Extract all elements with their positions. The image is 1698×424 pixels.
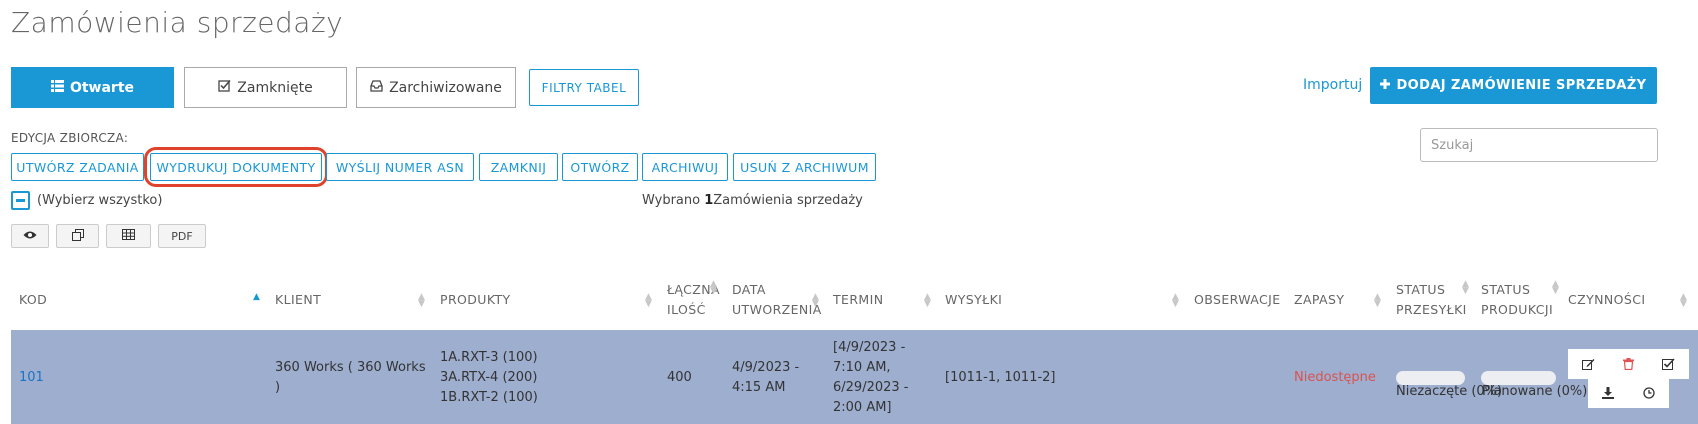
edit-icon[interactable] — [1580, 356, 1596, 372]
shipments-cell: [1011-1, 1011-2] — [945, 370, 1056, 385]
sort-icon[interactable]: ▲ ▼ — [812, 293, 819, 309]
column-header-shipping-status[interactable]: STATUS PRZESYŁKI — [1396, 280, 1467, 320]
send-asn-button[interactable]: WYŚLIJ NUMER ASN — [326, 153, 474, 181]
column-header-deadline[interactable]: TERMIN — [833, 290, 883, 310]
stock-status: Niedostępne — [1294, 370, 1376, 385]
client-cell: 360 Works ( 360 Works) — [275, 358, 426, 398]
copy-button[interactable] — [56, 224, 99, 248]
highlight-ring — [144, 147, 328, 187]
unarchive-button[interactable]: USUŃ Z ARCHIWUM — [733, 153, 876, 181]
sort-icon[interactable]: ▲ ▼ — [1552, 280, 1559, 296]
column-header-shipping-status-line2: PRZESYŁKI — [1396, 302, 1467, 317]
deadline-line: 7:10 AM, — [833, 360, 891, 375]
select-all-label: (Wybierz wszystko) — [37, 193, 163, 208]
import-link[interactable]: Importuj — [1303, 77, 1362, 93]
search-input[interactable] — [1420, 128, 1658, 162]
deadline-line: 6/29/2023 - — [833, 380, 909, 395]
check-square-icon[interactable] — [1661, 356, 1677, 372]
column-header-created-line2: UTWORZENIA — [732, 302, 822, 317]
qty-cell: 400 — [667, 370, 692, 385]
sort-icon[interactable]: ▲ ▼ — [1172, 293, 1179, 309]
column-header-observations[interactable]: OBSERWACJE — [1194, 290, 1281, 310]
column-header-production-status-line1: STATUS — [1481, 282, 1531, 297]
open-orders-button[interactable]: OTWÓRZ — [562, 153, 638, 181]
column-header-code[interactable]: KOD — [19, 290, 47, 310]
product-line: 3A.RTX-4 (200) — [440, 370, 538, 385]
selection-count: 1 — [704, 193, 714, 208]
created-cell: 4/9/2023 - 4:15 AM — [732, 358, 799, 398]
select-all-checkbox[interactable] — [11, 191, 30, 210]
selection-suffix: Zamówienia sprzedaży — [713, 193, 863, 208]
pdf-export-button[interactable]: PDF — [158, 224, 206, 248]
sort-icon[interactable]: ▲ ▼ — [1462, 280, 1469, 296]
order-code-link[interactable]: 101 — [19, 368, 44, 388]
column-header-shipping-status-line1: STATUS — [1396, 282, 1446, 297]
trash-icon[interactable] — [1620, 356, 1636, 372]
created-line: 4:15 AM — [732, 380, 786, 395]
column-header-qty-line2: ILOŚĆ — [667, 302, 706, 317]
column-header-shipments[interactable]: WYSYŁKI — [945, 290, 1002, 310]
table-view-button[interactable] — [106, 224, 151, 248]
add-sales-order-label: DODAJ ZAMÓWIENIE SPRZEDAŻY — [1396, 78, 1647, 93]
products-cell: 1A.RXT-3 (100) 3A.RTX-4 (200) 1B.RXT-2 (10… — [440, 348, 538, 408]
column-header-stock[interactable]: ZAPASY — [1294, 290, 1344, 310]
sort-ascending-icon[interactable]: ▲ — [253, 293, 260, 302]
table-icon — [122, 229, 135, 243]
create-tasks-button[interactable]: UTWÓRZ ZADANIA — [11, 153, 144, 181]
column-header-created-line1: DATA — [732, 282, 766, 297]
minus-icon — [16, 199, 25, 202]
page-title: Zamówienia sprzedaży — [11, 6, 344, 39]
archive-button[interactable]: ARCHIWUJ — [642, 153, 728, 181]
download-icon[interactable] — [1600, 385, 1616, 401]
tab-archived[interactable]: Zarchiwizowane — [356, 67, 516, 108]
selection-info: Wybrano 1Zamówienia sprzedaży — [642, 193, 863, 208]
column-header-created[interactable]: DATA UTWORZENIA — [732, 280, 822, 320]
close-orders-button[interactable]: ZAMKNIJ — [479, 153, 558, 181]
preview-button[interactable] — [11, 224, 49, 248]
row-actions-secondary — [1588, 378, 1669, 408]
sort-icon[interactable]: ▲ ▼ — [924, 293, 931, 309]
sort-icon[interactable]: ▲ ▼ — [710, 280, 717, 296]
copy-icon — [71, 228, 84, 244]
row-actions-primary — [1568, 349, 1689, 379]
column-header-products[interactable]: PRODUKTY — [440, 290, 511, 310]
deadline-line: 2:00 AM] — [833, 400, 892, 415]
deadline-line: [4/9/2023 - — [833, 340, 906, 355]
checkbox-icon — [218, 79, 231, 96]
plus-icon — [1380, 78, 1391, 93]
sort-icon[interactable]: ▲ ▼ — [645, 293, 652, 309]
client-line: ) — [275, 380, 281, 395]
list-icon — [50, 79, 64, 96]
sort-icon[interactable]: ▲ ▼ — [1374, 293, 1381, 309]
client-line: 360 Works ( 360 Works — [275, 360, 426, 375]
production-progress-bar — [1481, 371, 1556, 385]
bulk-edit-label: EDYCJA ZBIORCZA: — [11, 131, 129, 145]
clock-icon[interactable] — [1641, 385, 1657, 401]
sort-icon[interactable]: ▲ ▼ — [418, 293, 425, 309]
deadline-cell: [4/9/2023 - 7:10 AM, 6/29/2023 - 2:00 AM] — [833, 338, 908, 418]
sort-icon[interactable]: ▲ ▼ — [1680, 293, 1687, 309]
selection-prefix: Wybrano — [642, 193, 705, 208]
production-status-text: Planowane (0%) — [1482, 384, 1588, 399]
shipping-progress-bar — [1396, 371, 1465, 385]
tab-archived-label: Zarchiwizowane — [389, 79, 502, 96]
column-header-actions: CZYNNOŚCI — [1568, 292, 1646, 307]
column-header-production-status[interactable]: STATUS PRODUKCJI — [1481, 280, 1553, 320]
tab-open[interactable]: Otwarte — [11, 67, 174, 108]
tab-open-label: Otwarte — [69, 79, 135, 96]
product-line: 1A.RXT-3 (100) — [440, 350, 538, 365]
created-line: 4/9/2023 - — [732, 360, 800, 375]
product-line: 1B.RXT-2 (100) — [440, 390, 538, 405]
table-filters-button[interactable]: FILTRY TABEL — [529, 69, 639, 106]
column-header-production-status-line2: PRODUKCJI — [1481, 302, 1554, 317]
add-sales-order-button[interactable]: DODAJ ZAMÓWIENIE SPRZEDAŻY — [1370, 67, 1657, 104]
inbox-icon — [370, 79, 383, 96]
tab-closed-label: Zamknięte — [237, 79, 313, 96]
column-header-client[interactable]: KLIENT — [275, 290, 321, 310]
tab-closed[interactable]: Zamknięte — [184, 67, 347, 108]
eye-icon — [23, 230, 37, 243]
